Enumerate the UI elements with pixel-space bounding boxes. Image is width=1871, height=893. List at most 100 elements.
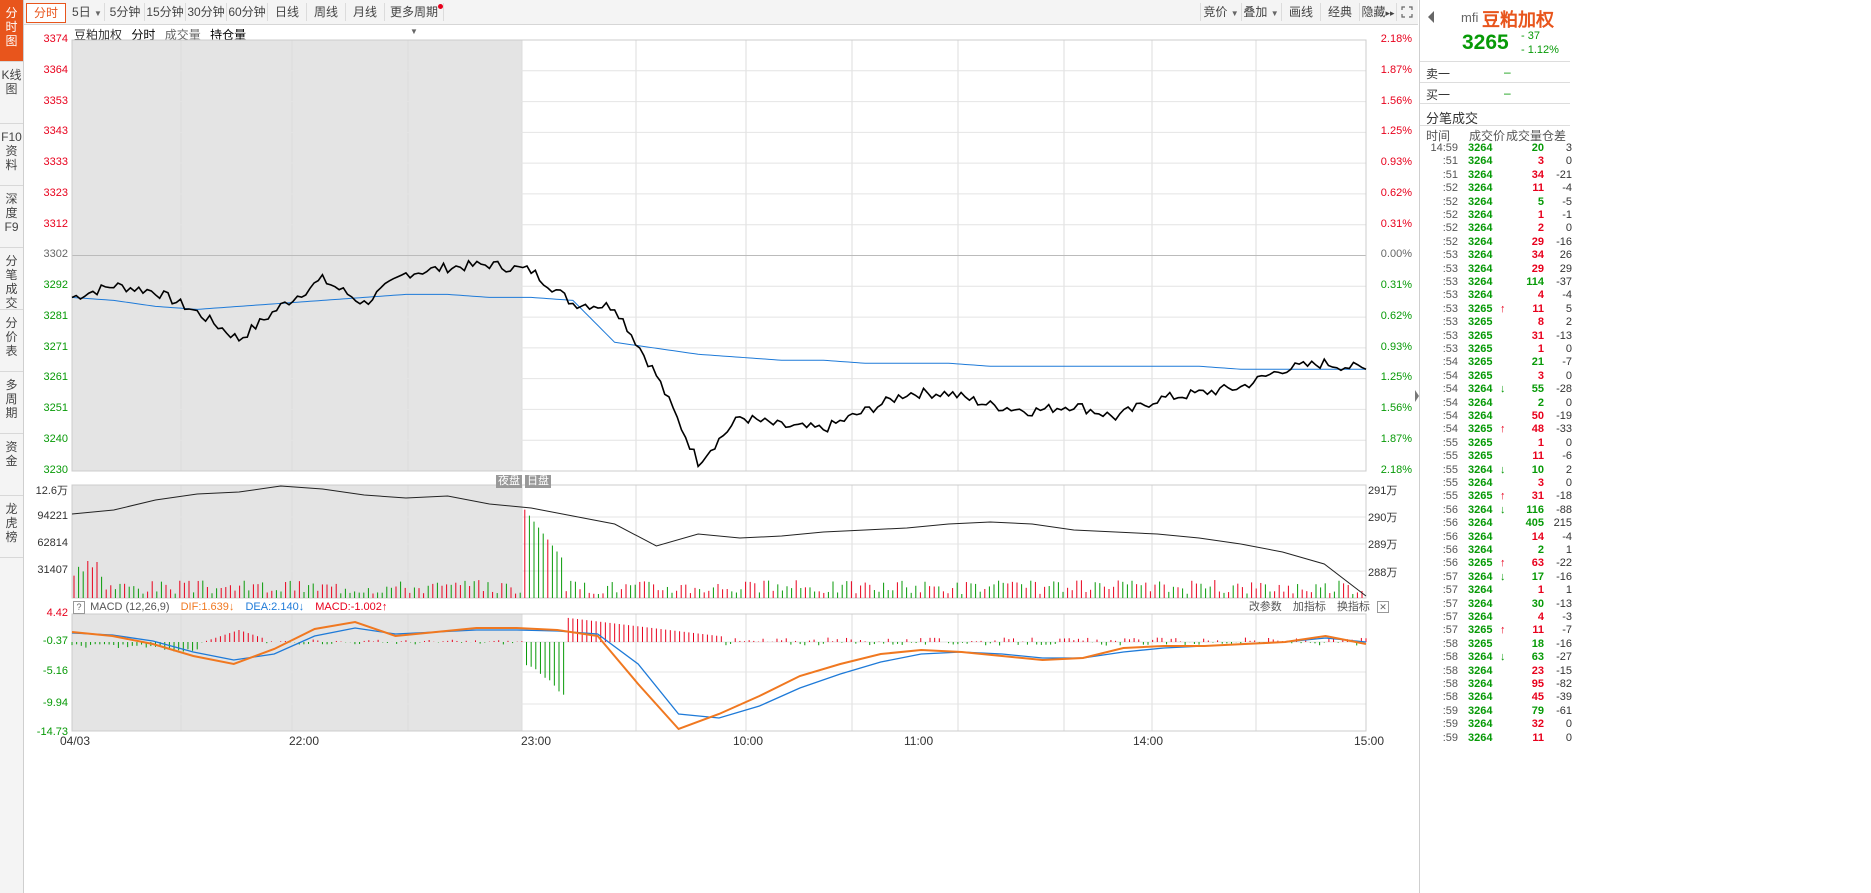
auction-button[interactable]: 竞价 ▼ (1200, 3, 1242, 21)
tick-oi-diff: 1 (1565, 584, 1572, 597)
tick-price: 3264 (1468, 289, 1493, 302)
period-more[interactable]: 更多周期 ▼ (385, 3, 444, 36)
tick-time: :59 (1442, 704, 1458, 717)
tab-price-table[interactable]: 分价表 (0, 310, 23, 372)
tick-row: :59 3264 32 0 (1426, 718, 1572, 731)
period-30min[interactable]: 30分钟 (186, 3, 227, 21)
tick-time: :53 (1442, 302, 1458, 315)
price-tick-label: 3302 (43, 248, 68, 261)
pct-tick-label: 1.25% (1380, 371, 1412, 384)
divider (1420, 82, 1570, 83)
macd-tick-label: 4.42 (46, 607, 68, 619)
tick-volume: 50 (1531, 410, 1544, 422)
period-month[interactable]: 月线 (346, 3, 385, 21)
tick-row: :55 3265 1 0 (1426, 436, 1572, 450)
macd-help-icon[interactable]: ? (73, 601, 85, 614)
macd-edit-params[interactable]: 改参数 (1249, 601, 1282, 613)
time-tick-label: 14:00 (1133, 734, 1164, 748)
volume-tick-label: 31407 (37, 564, 68, 576)
tick-volume: 95 (1531, 678, 1544, 690)
period-intraday[interactable]: 分时 (26, 3, 66, 23)
draw-line-button[interactable]: 画线 (1282, 3, 1321, 21)
macd-add-indicator[interactable]: 加指标 (1293, 601, 1326, 613)
tab-multi-period[interactable]: 多周期 (0, 372, 23, 434)
tick-price: 3264 (1468, 731, 1493, 744)
hide-label: 隐藏 (1361, 5, 1386, 19)
tick-row: :52 3264 2 0 (1426, 222, 1572, 235)
tick-oi-diff: 5 (1565, 302, 1572, 315)
tick-oi-diff: 2 (1565, 316, 1572, 329)
arrow-up-icon: ↑ (1500, 423, 1506, 436)
tick-time: :53 (1442, 289, 1458, 302)
tick-volume: 29 (1531, 235, 1544, 248)
tick-row: :54 3264 ↓ 55 -28 (1426, 383, 1572, 396)
price-tick-label: 3353 (43, 94, 68, 107)
tick-oi-diff: -4 (1562, 182, 1572, 195)
tick-price: 3265 (1468, 329, 1493, 342)
tab-depth[interactable]: 深度F9 (0, 186, 23, 248)
tab-funds[interactable]: 资金 (0, 434, 23, 496)
tick-row: :57 3264 ↓ 17 -16 (1426, 570, 1572, 584)
close-icon[interactable]: ✕ (1377, 601, 1389, 613)
tick-volume: 5 (1537, 195, 1544, 208)
tick-oi-diff: 0 (1565, 396, 1572, 409)
tab-f10[interactable]: F10资料 (0, 124, 23, 186)
tick-volume: 11 (1532, 302, 1544, 315)
tick-oi-diff: 3 (1565, 142, 1572, 154)
chevron-down-icon: ▼ (1230, 9, 1239, 18)
tick-row: :53 3264 114 -37 (1426, 276, 1572, 289)
tick-time: :54 (1442, 383, 1458, 396)
tick-oi-diff: -7 (1562, 624, 1572, 637)
tick-oi-diff: -61 (1556, 704, 1572, 717)
tick-volume: 63 (1531, 651, 1544, 664)
period-5min[interactable]: 5分钟 (106, 3, 145, 21)
hide-button[interactable]: 隐藏▸▸ (1360, 3, 1397, 21)
macd-switch-indicator[interactable]: 换指标 (1337, 601, 1370, 613)
tick-volume: 2 (1537, 396, 1544, 409)
tick-volume: 1 (1537, 209, 1544, 221)
price-tick-label: 3364 (43, 63, 68, 76)
period-15min[interactable]: 15分钟 (145, 3, 186, 21)
tab-dragon-tiger[interactable]: 龙虎榜 (0, 496, 23, 558)
pct-tick-label: 0.31% (1380, 279, 1412, 291)
classic-button[interactable]: 经典 (1321, 3, 1360, 21)
tick-price: 3265 (1468, 436, 1493, 449)
period-day[interactable]: 日线 (268, 3, 307, 21)
back-arrow-icon[interactable] (1426, 10, 1436, 24)
price-tick-label: 3261 (43, 371, 68, 384)
tab-intraday[interactable]: 分时图 (0, 0, 23, 62)
arrow-up-icon: ↑ (1500, 490, 1506, 503)
intraday-chart-svg[interactable] (24, 24, 1418, 893)
tick-row: :54 3264 50 -19 (1426, 410, 1572, 423)
fullscreen-icon[interactable] (1398, 3, 1416, 21)
tick-time: 14:59 (1430, 142, 1458, 154)
tick-row: :59 3264 11 0 (1426, 731, 1572, 745)
tick-volume: 4 (1537, 611, 1544, 623)
tick-time: :57 (1442, 570, 1458, 583)
macd-value: MACD:-1.002↑ (315, 601, 388, 613)
tick-volume: 1 (1537, 436, 1544, 449)
tick-price: 3264 (1468, 235, 1493, 248)
pct-tick-label: 0.93% (1380, 340, 1412, 353)
tick-price: 3265 (1468, 423, 1493, 436)
period-5day[interactable]: 5日 ▼ (70, 3, 105, 21)
arrow-down-icon: ↓ (1500, 383, 1506, 396)
macd-title: MACD (12,26,9) (90, 601, 170, 613)
tick-row: :55 3265 ↑ 31 -18 (1426, 490, 1572, 503)
tick-price: 3264 (1468, 410, 1493, 422)
auction-label: 竞价 (1203, 5, 1228, 19)
period-60min[interactable]: 60分钟 (227, 3, 268, 21)
tick-oi-diff: -6 (1562, 450, 1572, 463)
tab-kline[interactable]: K线图 (0, 62, 23, 124)
tick-row: :58 3264 23 -15 (1426, 664, 1572, 678)
overlay-button[interactable]: 叠加 ▼ (1241, 3, 1282, 21)
tick-price: 3264 (1468, 664, 1493, 677)
period-week[interactable]: 周线 (307, 3, 346, 21)
tick-oi-diff: 0 (1565, 436, 1572, 449)
tick-oi-diff: -28 (1556, 383, 1572, 396)
panel-collapse-icon[interactable] (1414, 388, 1420, 404)
tab-ticks[interactable]: 分笔成交 (0, 248, 23, 310)
price-tick-label: 3240 (43, 432, 68, 445)
tick-time: :52 (1442, 182, 1458, 195)
tick-oi-diff: -33 (1556, 423, 1572, 436)
